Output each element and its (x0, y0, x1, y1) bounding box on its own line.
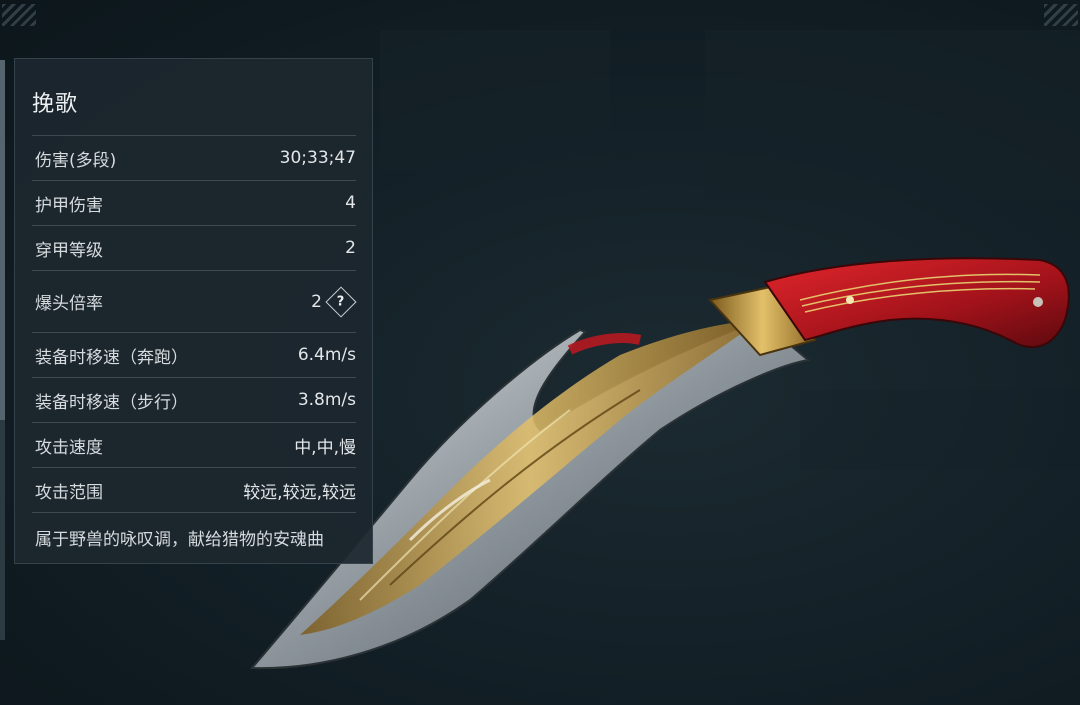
stat-label: 攻击速度 (35, 437, 103, 458)
weapon-description: 属于野兽的咏叹调，献给猎物的安魂曲 (32, 512, 356, 561)
stat-value: 2 (345, 238, 356, 258)
corner-decoration-right (1044, 4, 1078, 26)
stat-value: 中,中,慢 (294, 437, 356, 458)
stat-row-attack-range: 攻击范围 较远,较远,较远 (32, 467, 356, 512)
stat-row-run-speed: 装备时移速（奔跑） 6.4m/s (32, 332, 356, 377)
stat-row-walk-speed: 装备时移速（步行） 3.8m/s (32, 377, 356, 422)
stat-label: 攻击范围 (35, 482, 103, 503)
stat-value: 较远,较远,较远 (243, 482, 356, 503)
stat-label: 爆头倍率 (35, 294, 103, 314)
stat-value: 2 (311, 291, 322, 312)
stat-list: 伤害(多段) 30;33;47 护甲伤害 4 穿甲等级 2 爆头倍率 2 ? 装… (32, 135, 357, 561)
scroll-indicator[interactable] (0, 60, 5, 640)
stat-row-armor-damage: 护甲伤害 4 (32, 180, 356, 225)
background-panel (380, 30, 610, 170)
stat-label: 装备时移速（步行） (35, 392, 188, 413)
stat-value: 4 (345, 193, 356, 213)
stat-value: 30;33;47 (279, 148, 356, 168)
stat-row-attack-speed: 攻击速度 中,中,慢 (32, 422, 356, 467)
background-panel (705, 30, 1080, 200)
stat-label: 装备时移速（奔跑） (35, 347, 188, 368)
stat-row-headshot-multiplier: 爆头倍率 2 ? (32, 270, 357, 332)
help-icon[interactable]: ? (325, 285, 357, 318)
weapon-stats-panel: 挽歌 伤害(多段) 30;33;47 护甲伤害 4 穿甲等级 2 爆头倍率 2 … (14, 58, 373, 564)
stat-label: 护甲伤害 (35, 195, 103, 216)
help-icon-glyph: ? (337, 293, 345, 309)
stat-label: 穿甲等级 (35, 240, 103, 261)
stat-value: 6.4m/s (297, 345, 356, 365)
stat-value: 3.8m/s (297, 390, 356, 410)
weapon-name: 挽歌 (32, 92, 79, 117)
stat-row-damage: 伤害(多段) 30;33;47 (32, 135, 356, 180)
stat-row-penetration-level: 穿甲等级 2 (32, 225, 356, 270)
stat-value-wrap: 2 ? (311, 285, 357, 318)
game-scene: 挽歌 伤害(多段) 30;33;47 护甲伤害 4 穿甲等级 2 爆头倍率 2 … (0, 0, 1080, 705)
stat-label: 伤害(多段) (35, 150, 117, 171)
corner-decoration-left (2, 4, 36, 26)
